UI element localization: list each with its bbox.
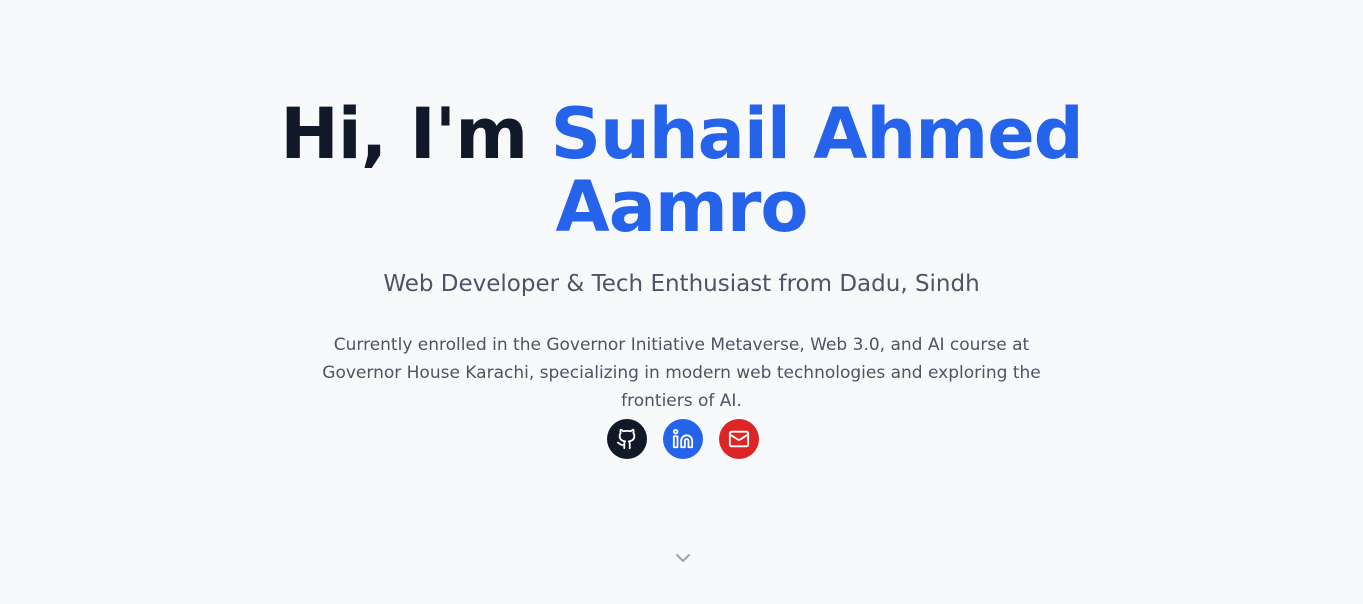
github-icon (616, 428, 638, 450)
social-links (607, 419, 759, 459)
hero-subtitle: Web Developer & Tech Enthusiast from Dad… (383, 271, 980, 297)
headline-line-1: Hi, I'm Suhail Ahmed (0, 98, 1363, 171)
hero-section: Hi, I'm Suhail Ahmed Aamro Web Developer… (0, 0, 1363, 604)
scroll-down-button[interactable] (671, 546, 695, 570)
email-link[interactable] (719, 419, 759, 459)
github-link[interactable] (607, 419, 647, 459)
chevron-down-icon (671, 546, 695, 570)
mail-icon (728, 428, 750, 450)
name-first-part: Suhail Ahmed (550, 93, 1084, 175)
name-last-part: Aamro (555, 166, 809, 248)
hero-description: Currently enrolled in the Governor Initi… (322, 335, 1041, 411)
linkedin-icon (672, 428, 694, 450)
hero-headline: Hi, I'm Suhail Ahmed Aamro (0, 98, 1363, 244)
linkedin-link[interactable] (663, 419, 703, 459)
greeting-text: Hi, I'm (280, 93, 528, 175)
